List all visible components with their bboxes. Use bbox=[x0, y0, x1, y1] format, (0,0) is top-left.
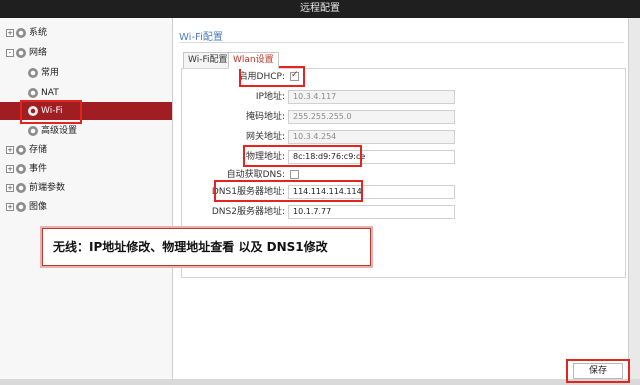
dns2-field[interactable]: 10.1.7.77 bbox=[288, 205, 455, 219]
expand-icon[interactable]: + bbox=[6, 28, 14, 37]
sidebar-item-label: NAT bbox=[41, 88, 59, 98]
wifi-highlight-box bbox=[20, 100, 82, 124]
ip-field[interactable]: 10.3.4.117 bbox=[288, 90, 455, 104]
gateway-field[interactable]: 10.3.4.254 bbox=[288, 130, 455, 144]
gear-icon bbox=[28, 67, 38, 78]
sidebar-item-image[interactable]: + 图像 bbox=[6, 199, 47, 215]
ip-label: IP地址: bbox=[255, 92, 285, 102]
annotation-banner: 无线：IP地址修改、物理地址查看 以及 DNS1修改 bbox=[42, 228, 371, 266]
save-highlight-box bbox=[566, 359, 630, 383]
tab-wlan-settings[interactable]: Wlan设置 bbox=[228, 52, 279, 69]
window-title: 远程配置 bbox=[0, 0, 640, 18]
sidebar-item-label: 系统 bbox=[29, 28, 48, 38]
expand-icon[interactable]: + bbox=[6, 183, 14, 192]
dhcp-highlight-box bbox=[239, 66, 305, 87]
sidebar-item-event[interactable]: + 事件 bbox=[6, 161, 47, 177]
sidebar-item-label: 图像 bbox=[29, 202, 48, 212]
gear-icon bbox=[16, 27, 26, 38]
sidebar-item-common[interactable]: 常用 bbox=[28, 65, 59, 81]
dns2-label: DNS2服务器地址: bbox=[211, 207, 285, 217]
scrollbar[interactable] bbox=[628, 18, 640, 385]
sidebar-item-advanced[interactable]: 高级设置 bbox=[28, 123, 77, 139]
sidebar-item-storage[interactable]: + 存储 bbox=[6, 142, 47, 158]
sidebar-item-network[interactable]: - 网络 bbox=[6, 45, 47, 61]
sidebar-item-label: 高级设置 bbox=[41, 126, 78, 136]
sidebar-item-label: 存储 bbox=[29, 145, 48, 155]
sidebar-item-label: 前端参数 bbox=[29, 183, 66, 193]
gear-icon bbox=[16, 201, 26, 212]
mac-highlight-box bbox=[243, 145, 362, 167]
gear-icon bbox=[28, 125, 38, 136]
sidebar-item-label: 常用 bbox=[41, 68, 60, 78]
gear-icon bbox=[16, 182, 26, 193]
gear-icon bbox=[16, 144, 26, 155]
sidebar-item-label: 事件 bbox=[29, 164, 48, 174]
collapse-icon[interactable]: - bbox=[6, 48, 14, 57]
divider bbox=[179, 42, 624, 43]
sidebar-item-system[interactable]: + 系统 bbox=[6, 25, 47, 41]
remote-config-window: + 系统 - 网络 常用 NAT Wi-Fi 高级设置 + 存储 + 事件 + 前端参数 … bbox=[0, 18, 640, 385]
expand-icon[interactable]: + bbox=[6, 145, 14, 154]
gear-icon bbox=[28, 87, 38, 98]
expand-icon[interactable]: + bbox=[6, 164, 14, 173]
sidebar-item-label: 网络 bbox=[29, 48, 48, 58]
sidebar-item-nat[interactable]: NAT bbox=[28, 85, 59, 101]
mask-field[interactable]: 255.255.255.0 bbox=[288, 110, 455, 124]
auto-dns-checkbox[interactable] bbox=[290, 170, 299, 179]
sidebar-tree: + 系统 - 网络 常用 NAT Wi-Fi 高级设置 + 存储 + 事件 + 前端参数 … bbox=[0, 18, 173, 379]
gear-icon bbox=[16, 47, 26, 58]
sidebar-item-frontend[interactable]: + 前端参数 bbox=[6, 180, 65, 196]
dns1-highlight-box bbox=[214, 180, 363, 202]
mask-label: 掩码地址: bbox=[245, 112, 285, 122]
section-title: Wi-Fi配置 bbox=[179, 32, 223, 43]
status-bar bbox=[0, 379, 640, 385]
gear-icon bbox=[16, 163, 26, 174]
expand-icon[interactable]: + bbox=[6, 202, 14, 211]
tab-wifi-config[interactable]: Wi-Fi配置 bbox=[183, 52, 233, 69]
gateway-label: 网关地址: bbox=[245, 132, 285, 142]
